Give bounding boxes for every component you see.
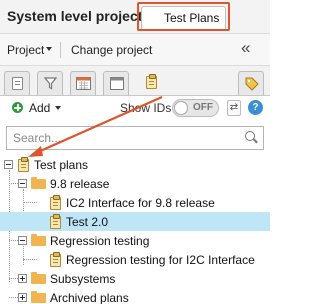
test-plans-icon (18, 157, 29, 172)
tree-node-plan-selected[interactable]: Test 2.0 (0, 212, 270, 231)
project-toolbar: Project Change project « (0, 34, 270, 66)
tab-tags[interactable] (238, 71, 264, 95)
tree-node-folder[interactable]: Archived plans (0, 288, 270, 304)
expand-toggle[interactable] (18, 293, 27, 302)
actions-bar: Add Show IDs OFF ⇄ ? (0, 96, 270, 122)
chevron-down-icon[interactable] (55, 106, 61, 110)
toggle-state: OFF (193, 102, 213, 113)
add-button[interactable]: Add (29, 101, 50, 115)
toolbar-divider (60, 42, 61, 58)
show-ids-label: Show IDs (120, 101, 172, 115)
tree-node-folder[interactable]: Regression testing (0, 231, 270, 250)
tree-node-root[interactable]: Test plans (0, 155, 270, 174)
collapse-panel-icon[interactable]: « (241, 38, 251, 58)
tree-node-plan[interactable]: IC2 Interface for 9.8 release (0, 193, 270, 212)
tree-node-plan[interactable]: Regression testing for I2C Interface (0, 250, 270, 269)
chevron-down-icon[interactable] (46, 47, 52, 51)
collapse-toggle[interactable] (18, 179, 27, 188)
search-input[interactable] (7, 127, 239, 149)
document-icon (12, 77, 23, 90)
toggle-knob (174, 101, 188, 115)
tree-node-label: Subsystems (50, 272, 116, 286)
test-plans-icon (146, 74, 157, 89)
folder-icon (31, 177, 46, 189)
tree-node-label: Regression testing for I2C Interface (66, 253, 255, 267)
page-title: System level project (7, 8, 143, 24)
tree-node-folder[interactable]: 9.8 release (0, 174, 270, 193)
calendar-icon (76, 77, 91, 90)
search-icon[interactable] (245, 131, 257, 143)
window-icon (110, 77, 124, 90)
tag-icon (245, 77, 259, 91)
folder-icon (31, 291, 46, 303)
folder-icon (31, 234, 46, 246)
tree-node-label: IC2 Interface for 9.8 release (66, 196, 215, 210)
tree-node-label: Archived plans (50, 291, 129, 304)
swap-icon[interactable]: ⇄ (227, 100, 241, 116)
add-icon[interactable] (12, 102, 23, 113)
tab-calendar[interactable] (70, 71, 96, 95)
test-plans-tree: Test plans 9.8 release IC2 Interface for… (0, 155, 270, 304)
view-tabs (0, 66, 270, 96)
test-plan-icon (50, 214, 61, 229)
filter-icon (44, 77, 57, 90)
tree-node-label: 9.8 release (50, 177, 110, 191)
tab-window[interactable] (103, 71, 129, 95)
tab-filter[interactable] (37, 71, 63, 95)
tree-node-label: Test 2.0 (66, 215, 109, 229)
tab-highlight-box (137, 2, 230, 31)
tree-node-label: Test plans (34, 158, 89, 172)
project-menu-button[interactable]: Project (7, 43, 44, 57)
collapse-toggle[interactable] (4, 160, 13, 169)
show-ids-toggle[interactable]: OFF (172, 99, 219, 117)
expand-toggle[interactable] (18, 274, 27, 283)
search-box (6, 126, 264, 150)
test-plan-icon (50, 252, 61, 267)
tree-node-label: Regression testing (50, 234, 150, 248)
tab-document[interactable] (4, 71, 30, 95)
change-project-button[interactable]: Change project (71, 43, 152, 57)
collapse-toggle[interactable] (18, 236, 27, 245)
help-icon[interactable]: ? (248, 100, 263, 115)
test-plan-icon (50, 195, 61, 210)
folder-icon (31, 272, 46, 284)
tree-node-folder[interactable]: Subsystems (0, 269, 270, 288)
